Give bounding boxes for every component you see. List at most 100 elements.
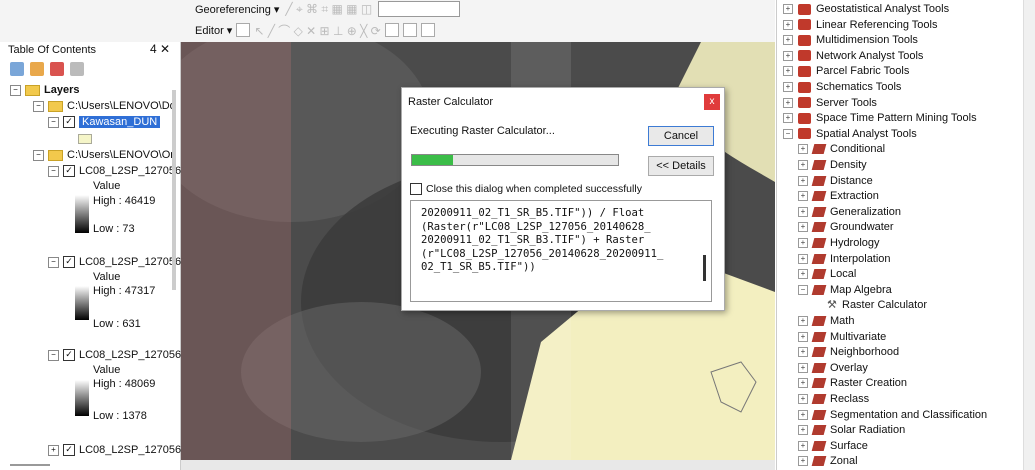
toolbox-item[interactable]: + Linear Referencing Tools xyxy=(783,19,937,31)
message-scrollbar[interactable] xyxy=(703,255,706,281)
selected-layer-label[interactable]: Kawasan_DUN xyxy=(79,116,161,128)
visibility-checkbox[interactable]: ✓ xyxy=(63,165,75,177)
georef-layer-dropdown[interactable] xyxy=(378,1,461,17)
attributes-icon[interactable] xyxy=(384,23,399,37)
toolbox-item[interactable]: − Map Algebra xyxy=(798,284,892,296)
toolbox-item[interactable]: + Overlay xyxy=(798,362,868,374)
toolbox-item[interactable]: + Network Analyst Tools xyxy=(783,50,923,62)
expand-icon[interactable]: + xyxy=(798,347,808,358)
expand-icon[interactable]: + xyxy=(798,222,808,233)
expand-icon[interactable]: + xyxy=(798,394,808,404)
expand-icon[interactable]: + xyxy=(798,253,808,264)
visibility-checkbox[interactable]: ✓ xyxy=(63,256,75,268)
cancel-button[interactable]: Cancel xyxy=(648,126,714,146)
message-area[interactable]: 20200911_02_T1_SR_B5.TIF")) / Float (Rast… xyxy=(410,200,712,302)
details-button[interactable]: << Details xyxy=(648,156,714,176)
expand-icon[interactable]: + xyxy=(798,144,808,155)
toolbox-item[interactable]: + Distance xyxy=(798,175,873,187)
collapse-icon[interactable]: − xyxy=(798,284,808,295)
toolbox-item[interactable]: + Zonal xyxy=(798,455,858,467)
toolbox-item[interactable]: + Local xyxy=(798,268,856,280)
collapse-icon[interactable]: − xyxy=(10,84,21,96)
toolbox-item[interactable]: + Segmentation and Classification xyxy=(798,409,987,421)
layers-node[interactable]: − Layers xyxy=(10,84,79,96)
list-by-source-icon[interactable] xyxy=(30,62,44,76)
toolbox-item[interactable]: ⚒ Raster Calculator xyxy=(827,299,927,311)
expand-icon[interactable]: + xyxy=(798,238,808,248)
toolbox-item[interactable]: + Interpolation xyxy=(798,253,891,265)
toc-window-controls[interactable]: 4 ✕ xyxy=(150,42,170,56)
toolbox-item[interactable]: + Space Time Pattern Mining Tools xyxy=(783,112,977,124)
toolbox-item[interactable]: + Conditional xyxy=(798,143,885,155)
visibility-checkbox[interactable]: ✓ xyxy=(63,349,75,361)
raster-layer-row[interactable]: − ✓ LC08_L2SP_127056 xyxy=(48,165,181,177)
close-when-done-checkbox[interactable] xyxy=(410,183,422,195)
expand-icon[interactable]: + xyxy=(798,440,808,451)
expand-icon[interactable]: + xyxy=(783,66,793,77)
toolbox-item[interactable]: + Groundwater xyxy=(798,221,894,233)
expand-icon[interactable]: + xyxy=(783,4,793,14)
expand-icon[interactable]: + xyxy=(48,444,59,456)
expand-icon[interactable]: + xyxy=(798,331,808,342)
toolbox-item[interactable]: − Spatial Analyst Tools xyxy=(783,128,917,140)
georeferencing-menu[interactable]: Georeferencing ▾ xyxy=(195,3,279,16)
toolbox-item[interactable]: + Schematics Tools xyxy=(783,81,901,93)
raster-layer-name[interactable]: LC08_L2SP_127056 xyxy=(79,165,181,177)
editor-options-icon[interactable] xyxy=(420,23,435,37)
toolbox-item[interactable]: + Math xyxy=(798,315,854,327)
expand-icon[interactable]: + xyxy=(798,175,808,186)
toolbox-item[interactable]: + Density xyxy=(798,159,867,171)
expand-icon[interactable]: + xyxy=(798,409,808,420)
toolbox-item[interactable]: + Server Tools xyxy=(783,97,877,109)
toc-scrollbar[interactable] xyxy=(172,90,176,290)
toolbox-item[interactable]: + Hydrology xyxy=(798,237,880,249)
visibility-checkbox[interactable]: ✓ xyxy=(63,116,75,128)
collapse-icon[interactable]: − xyxy=(48,349,59,361)
visibility-checkbox[interactable]: ✓ xyxy=(63,444,75,456)
group-node-2[interactable]: − C:\Users\LENOVO\On xyxy=(33,149,176,161)
editor-menu[interactable]: Editor ▾ xyxy=(195,24,232,37)
raster-layer-row[interactable]: − ✓ LC08_L2SP_127056 xyxy=(48,349,181,361)
expand-icon[interactable]: + xyxy=(798,160,808,170)
toolbox-item[interactable]: + Surface xyxy=(798,440,868,452)
expand-icon[interactable]: + xyxy=(783,113,793,124)
expand-icon[interactable]: + xyxy=(783,50,793,61)
collapse-icon[interactable]: − xyxy=(48,256,59,268)
close-icon[interactable]: x xyxy=(704,94,720,110)
raster-layer-name[interactable]: LC08_L2SP_127056 xyxy=(79,349,181,361)
expand-icon[interactable]: + xyxy=(798,316,808,326)
collapse-icon[interactable]: − xyxy=(33,149,44,161)
sketch-properties-icon[interactable] xyxy=(402,23,417,37)
expand-icon[interactable]: + xyxy=(783,97,793,108)
collapse-icon[interactable]: − xyxy=(48,116,59,128)
layer-row-kawasan[interactable]: − ✓ Kawasan_DUN xyxy=(48,116,161,128)
toolbox-scrollbar[interactable] xyxy=(1023,0,1035,470)
toolbox-item[interactable]: + Generalization xyxy=(798,206,901,218)
expand-icon[interactable]: + xyxy=(783,35,793,46)
expand-icon[interactable]: + xyxy=(798,269,808,280)
edit-tool-icon[interactable] xyxy=(236,23,251,37)
toolbox-item[interactable]: + Multidimension Tools xyxy=(783,34,918,46)
toolbox-item[interactable]: + Geostatistical Analyst Tools xyxy=(783,3,949,15)
toolbox-item[interactable]: + Raster Creation xyxy=(798,377,907,389)
expand-icon[interactable]: + xyxy=(783,19,793,30)
expand-icon[interactable]: + xyxy=(798,206,808,217)
collapse-icon[interactable]: − xyxy=(33,100,44,112)
raster-layer-row[interactable]: − ✓ LC08_L2SP_127056 xyxy=(48,256,181,268)
expand-icon[interactable]: + xyxy=(798,362,808,373)
toolbox-item[interactable]: + Solar Radiation xyxy=(798,424,905,436)
toc-hscrollbar[interactable] xyxy=(10,464,50,466)
toolbox-item[interactable]: + Reclass xyxy=(798,393,869,405)
expand-icon[interactable]: + xyxy=(798,191,808,202)
collapse-icon[interactable]: − xyxy=(48,165,59,177)
toolbox-item[interactable]: + Neighborhood xyxy=(798,346,899,358)
collapse-icon[interactable]: − xyxy=(783,128,793,139)
list-by-selection-icon[interactable] xyxy=(70,62,84,76)
expand-icon[interactable]: + xyxy=(798,378,808,389)
raster-layer-name[interactable]: LC08_L2SP_127056 xyxy=(79,444,181,456)
list-by-visibility-icon[interactable] xyxy=(50,62,64,76)
toolbox-item[interactable]: + Multivariate xyxy=(798,331,886,343)
toolbox-item[interactable]: + Extraction xyxy=(798,190,879,202)
raster-layer-name[interactable]: LC08_L2SP_127056 xyxy=(79,256,181,268)
list-by-drawing-order-icon[interactable] xyxy=(10,62,24,76)
